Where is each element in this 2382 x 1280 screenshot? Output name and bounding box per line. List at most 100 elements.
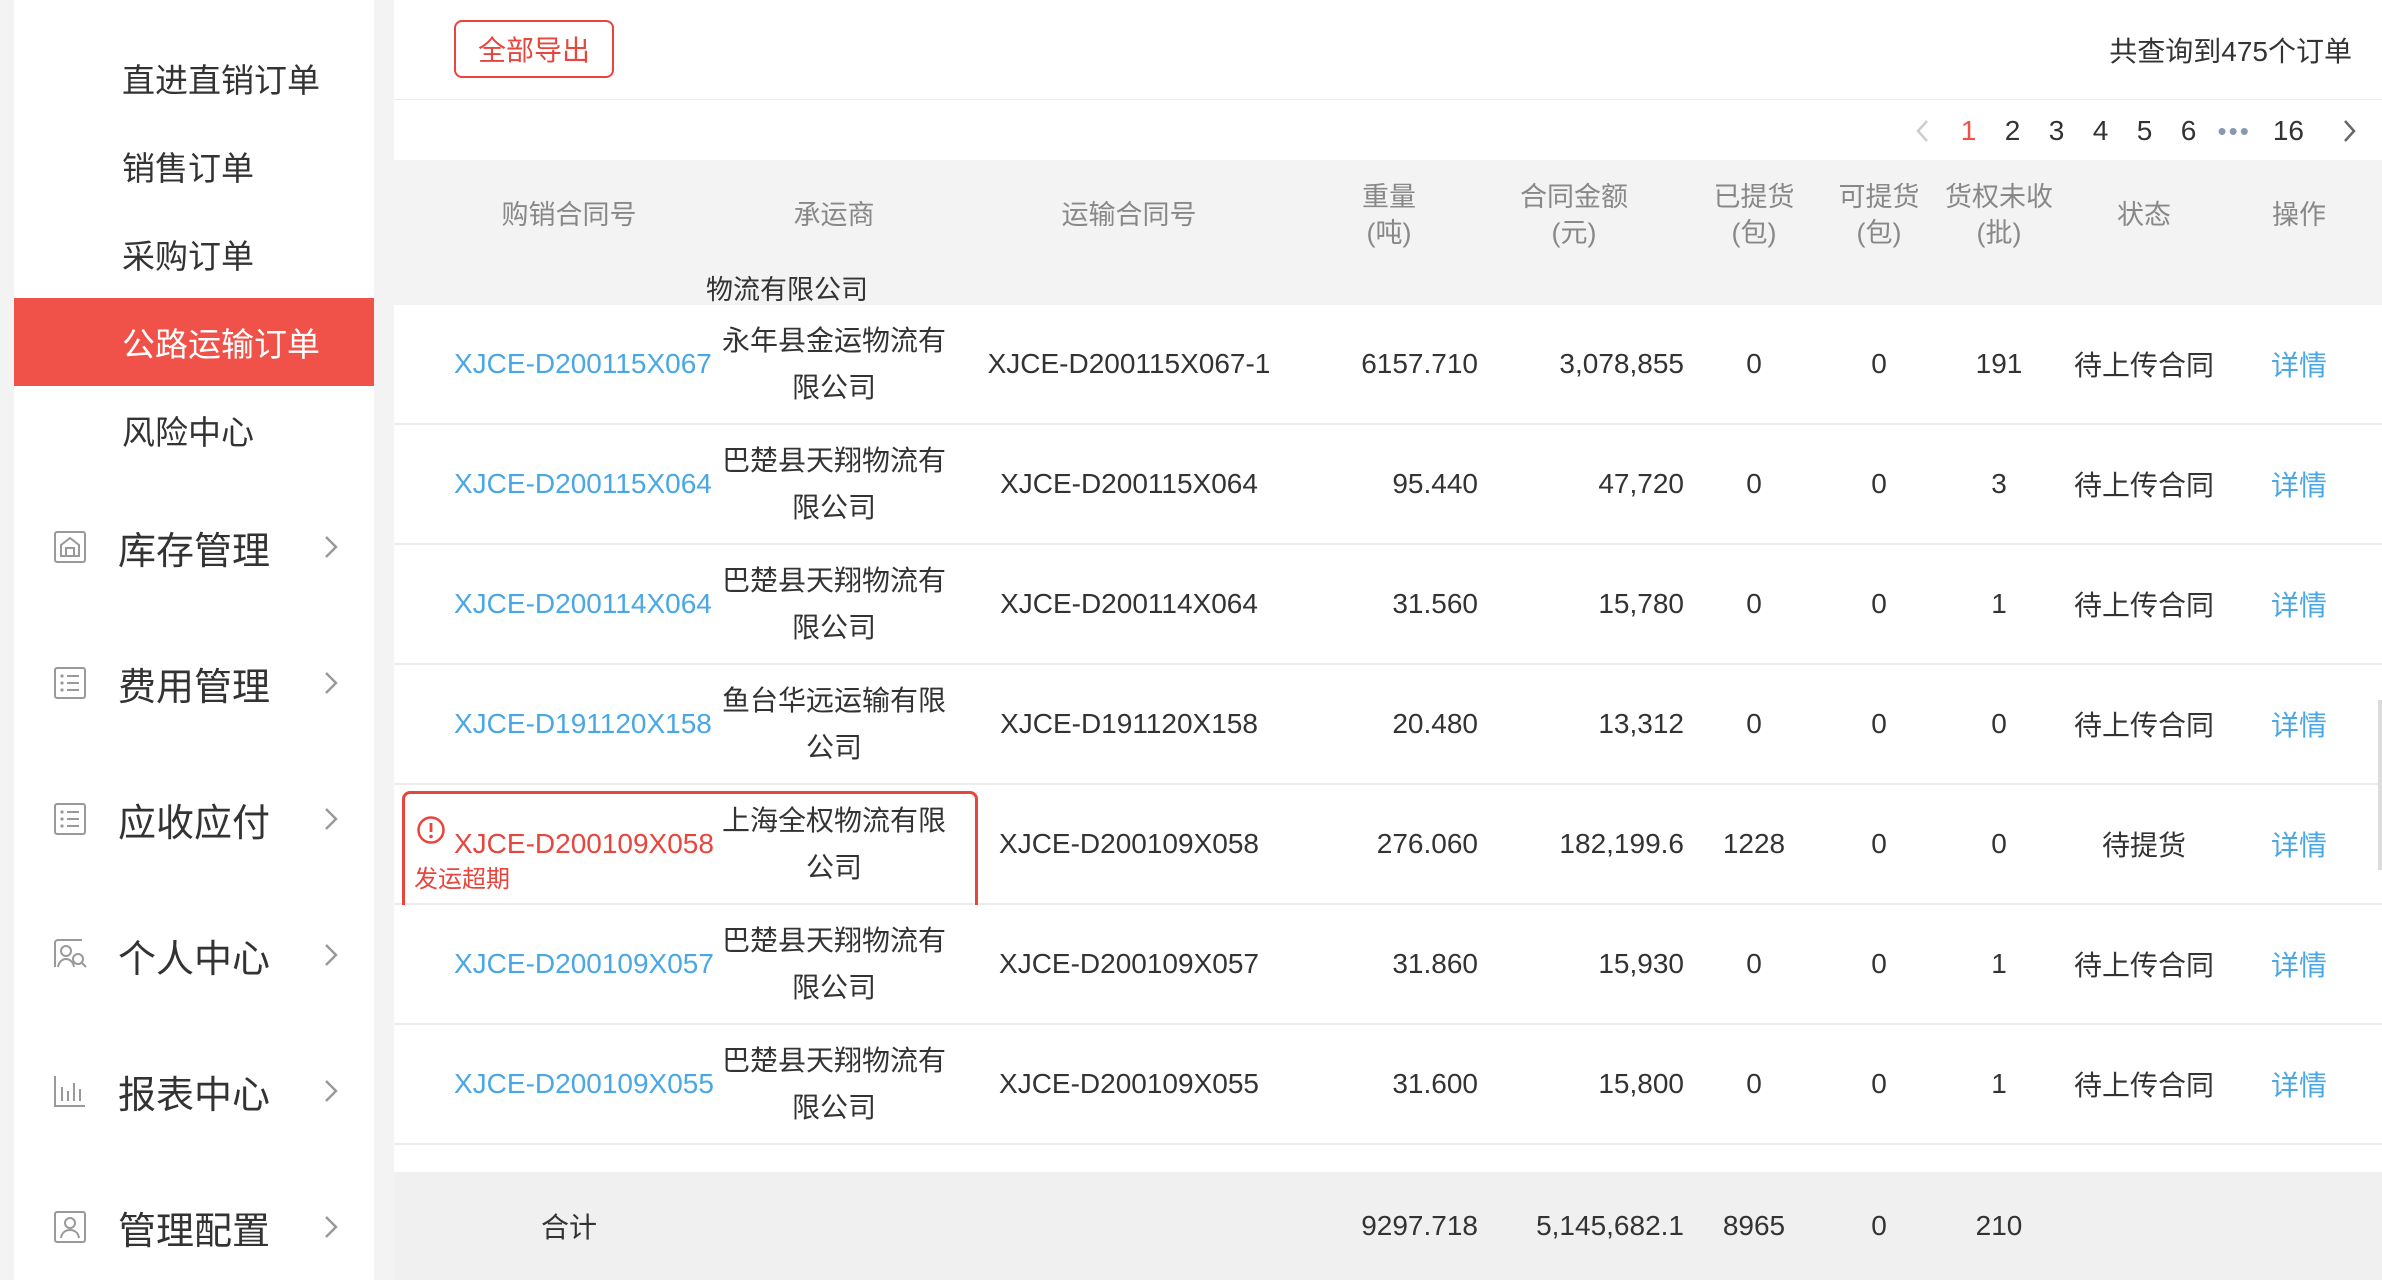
list-icon [54, 803, 86, 835]
weight-value: 20.480 [1392, 708, 1478, 739]
sidebar-item-label: 风险中心 [122, 414, 254, 451]
contract-number-link[interactable]: XJCE-D200114X064 [454, 588, 712, 620]
column-header-action: 操作 [2254, 160, 2344, 270]
column-header-contract-no: 购销合同号 [454, 160, 684, 270]
sidebar-group-label: 报表中心 [118, 1074, 271, 1117]
sidebar-item-risk-center[interactable]: 风险中心 [14, 386, 374, 474]
sidebar-group-label: 应收应付 [118, 802, 271, 845]
sidebar-group-fees[interactable]: 费用管理 [14, 638, 374, 728]
table-row: XJCE-D200109X057 巴楚县天翔物流有 限公司 XJCE-D20010… [394, 905, 2382, 1025]
details-link[interactable]: 详情 [2271, 1064, 2327, 1104]
header-text: 货权未收 [1945, 182, 2053, 212]
weight-value: 31.600 [1392, 1068, 1478, 1099]
sidebar-group-report-center[interactable]: 报表中心 [14, 1046, 374, 1136]
summary-pickable: 0 [1871, 1210, 1887, 1241]
status-text: 待上传合同 [2074, 470, 2215, 501]
unpaid-value: 0 [1991, 708, 2007, 739]
header-text: 承运商 [793, 200, 875, 230]
warning-circle-icon [417, 816, 445, 844]
page-number[interactable]: 3 [2046, 115, 2068, 147]
header-text: 可提货 [1838, 182, 1920, 212]
pickable-value: 0 [1871, 708, 1887, 739]
header-unit: (包) [1731, 218, 1777, 248]
amount-value: 182,199.6 [1559, 828, 1684, 859]
weight-value: 31.560 [1392, 588, 1478, 619]
page-number[interactable]: 1 [1958, 115, 1980, 147]
contract-number-link[interactable]: XJCE-D200115X064 [454, 468, 712, 500]
header-text: 操作 [2272, 200, 2326, 230]
sidebar-group-label: 库存管理 [118, 530, 271, 573]
summary-picked: 8965 [1722, 1210, 1786, 1241]
carrier-name: 限公司 [791, 612, 876, 643]
table-row: XJCE-D200115X067 永年县金运物流有 限公司 XJCE-D20011… [394, 305, 2382, 425]
export-all-button[interactable]: 全部导出 [454, 20, 614, 78]
column-header-picked: 已提货 (包) [1694, 160, 1814, 270]
chevron-right-icon [325, 536, 338, 558]
previous-page-icon[interactable] [1910, 116, 1936, 146]
carrier-name: 限公司 [791, 372, 876, 403]
result-count-text: 共查询到475个订单 [2109, 36, 2352, 67]
status-text: 待上传合同 [2074, 710, 2215, 741]
summary-unpaid: 210 [1975, 1210, 2023, 1241]
sidebar-item-road-transport-orders[interactable]: 公路运输订单 [14, 298, 374, 386]
table-row: XJCE-D200115X064 巴楚县天翔物流有 限公司 XJCE-D20011… [394, 425, 2382, 545]
sidebar-item-purchase-orders[interactable]: 采购订单 [14, 210, 374, 298]
sidebar-group-receivables-payables[interactable]: 应收应付 [14, 774, 374, 864]
sidebar: 直进直销订单 销售订单 采购订单 公路运输订单 风险中心 库存管理 费用管理 应… [14, 0, 374, 1280]
pickable-value: 0 [1871, 948, 1887, 979]
page-number[interactable]: 5 [2134, 115, 2156, 147]
weight-value: 6157.710 [1361, 348, 1478, 379]
transport-contract-number: XJCE-D200109X058 [999, 828, 1259, 859]
chevron-right-icon [325, 1080, 338, 1102]
unpaid-value: 1 [1991, 1068, 2007, 1099]
sidebar-group-inventory[interactable]: 库存管理 [14, 502, 374, 592]
details-link[interactable]: 详情 [2271, 824, 2327, 864]
picked-value: 0 [1746, 468, 1762, 499]
contract-number-link[interactable]: XJCE-D191120X158 [454, 708, 712, 740]
details-link[interactable]: 详情 [2271, 944, 2327, 984]
sidebar-item-direct-sales-orders[interactable]: 直进直销订单 [14, 34, 374, 122]
carrier-name: 限公司 [791, 1092, 876, 1123]
carrier-name: 上海全权物流有限 [721, 805, 946, 836]
transport-contract-number: XJCE-D200109X055 [999, 1068, 1259, 1099]
table-row: XJCE-D191120X158 鱼台华远运输有限 公司 XJCE-D191120… [394, 665, 2382, 785]
pickable-value: 0 [1871, 468, 1887, 499]
carrier-name: 永年县金运物流有 [721, 325, 946, 356]
details-link[interactable]: 详情 [2271, 344, 2327, 384]
picked-value: 0 [1746, 948, 1762, 979]
scrollbar[interactable] [2378, 700, 2382, 870]
unpaid-value: 3 [1991, 468, 2007, 499]
contract-number-link[interactable]: XJCE-D200115X067 [454, 348, 712, 380]
contract-number-link[interactable]: XJCE-D200109X057 [454, 948, 714, 980]
details-link[interactable]: 详情 [2271, 584, 2327, 624]
page-number[interactable]: 4 [2090, 115, 2112, 147]
header-unit: (包) [1856, 218, 1902, 248]
amount-value: 13,312 [1598, 708, 1684, 739]
column-header-weight: 重量 (吨) [1324, 160, 1454, 270]
list-icon [54, 667, 86, 699]
toolbar: 全部导出 共查询到475个订单 [394, 0, 2382, 100]
sidebar-item-sales-orders[interactable]: 销售订单 [14, 122, 374, 210]
table-summary-row: 合计 9297.718 5,145,682.1 8965 0 210 [394, 1172, 2382, 1280]
amount-value: 15,930 [1598, 948, 1684, 979]
sidebar-group-management-config[interactable]: 管理配置 [14, 1182, 374, 1272]
sidebar-group-personal-center[interactable]: 个人中心 [14, 910, 374, 1000]
page-number-last[interactable]: 16 [2273, 115, 2304, 147]
contract-number-link[interactable]: XJCE-D200109X058 [454, 828, 714, 860]
details-link[interactable]: 详情 [2271, 704, 2327, 744]
header-unit: (批) [1976, 218, 2022, 248]
picked-value: 0 [1746, 588, 1762, 619]
contract-number-link[interactable]: XJCE-D200109X055 [454, 1068, 714, 1100]
pickable-value: 0 [1871, 1068, 1887, 1099]
page-ellipsis[interactable]: ••• [2218, 116, 2251, 147]
pickable-value: 0 [1871, 828, 1887, 859]
page-number[interactable]: 2 [2002, 115, 2024, 147]
page-number[interactable]: 6 [2178, 115, 2200, 147]
weight-value: 95.440 [1392, 468, 1478, 499]
picked-value: 0 [1746, 348, 1762, 379]
chevron-right-icon [325, 1216, 338, 1238]
status-text: 待上传合同 [2074, 950, 2215, 981]
amount-value: 15,800 [1598, 1068, 1684, 1099]
details-link[interactable]: 详情 [2271, 464, 2327, 504]
next-page-icon[interactable] [2336, 116, 2362, 146]
